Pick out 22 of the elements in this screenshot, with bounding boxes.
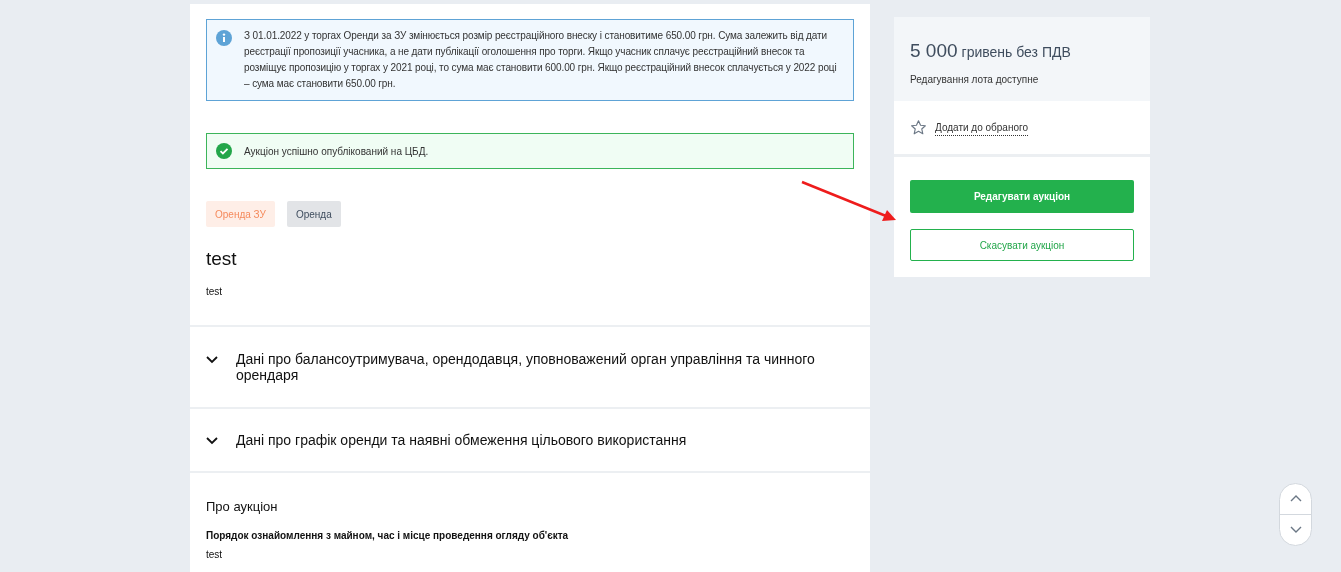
lot-status: Редагування лота доступне (910, 72, 1040, 87)
star-icon (910, 119, 927, 136)
accordion-header[interactable]: Дані про балансоутримувача, орендодавця, уповноважений орган управління та чинного орендаря (190, 324, 870, 407)
auction-title: test (206, 247, 238, 271)
chevron-down-icon (1289, 526, 1302, 534)
price-unit: гривень без ПДВ (961, 43, 1071, 62)
chevron-down-icon (206, 355, 218, 364)
category-tag: Оренда ЗУ (206, 201, 275, 227)
chevron-up-icon (1289, 495, 1302, 503)
add-to-favorites-link[interactable]: Додати до обраного (935, 119, 1028, 136)
price-value: 5 000 (910, 39, 958, 63)
info-icon (216, 30, 232, 46)
success-text: Аукціон успішно опублікований на ЦБД. (244, 144, 429, 159)
accordion-header[interactable]: Дані про графік оренди та наявні обмеження цільового використання (190, 406, 870, 473)
category-tag: Оренда (286, 201, 341, 227)
chevron-down-icon (206, 436, 218, 445)
check-circle-icon (216, 143, 232, 159)
section-heading: Про аукціон (206, 497, 279, 516)
info-text: З 01.01.2022 у торгах Оренди за ЗУ змінюється розмір реєстраційного внеску і становитиме 650.00 грн. Сума залежить від дати реєстрації пропозиції учасника, а не дати публікації оголошення про торги. Якщо учасник сплачує реєстраційний внесок та розміщує пропозицію у торгах у 2021 році, то сума має становити 600.00 грн. Якщо реєстраційний внесок сплачується у 2022 році – сума має становити 650.00 грн. (244, 29, 838, 91)
field-label: Порядок ознайомлення з майном, час і місце проведення огляду об'єкта (206, 529, 570, 543)
auction-description: test (206, 284, 224, 299)
field-value: test (206, 548, 224, 562)
